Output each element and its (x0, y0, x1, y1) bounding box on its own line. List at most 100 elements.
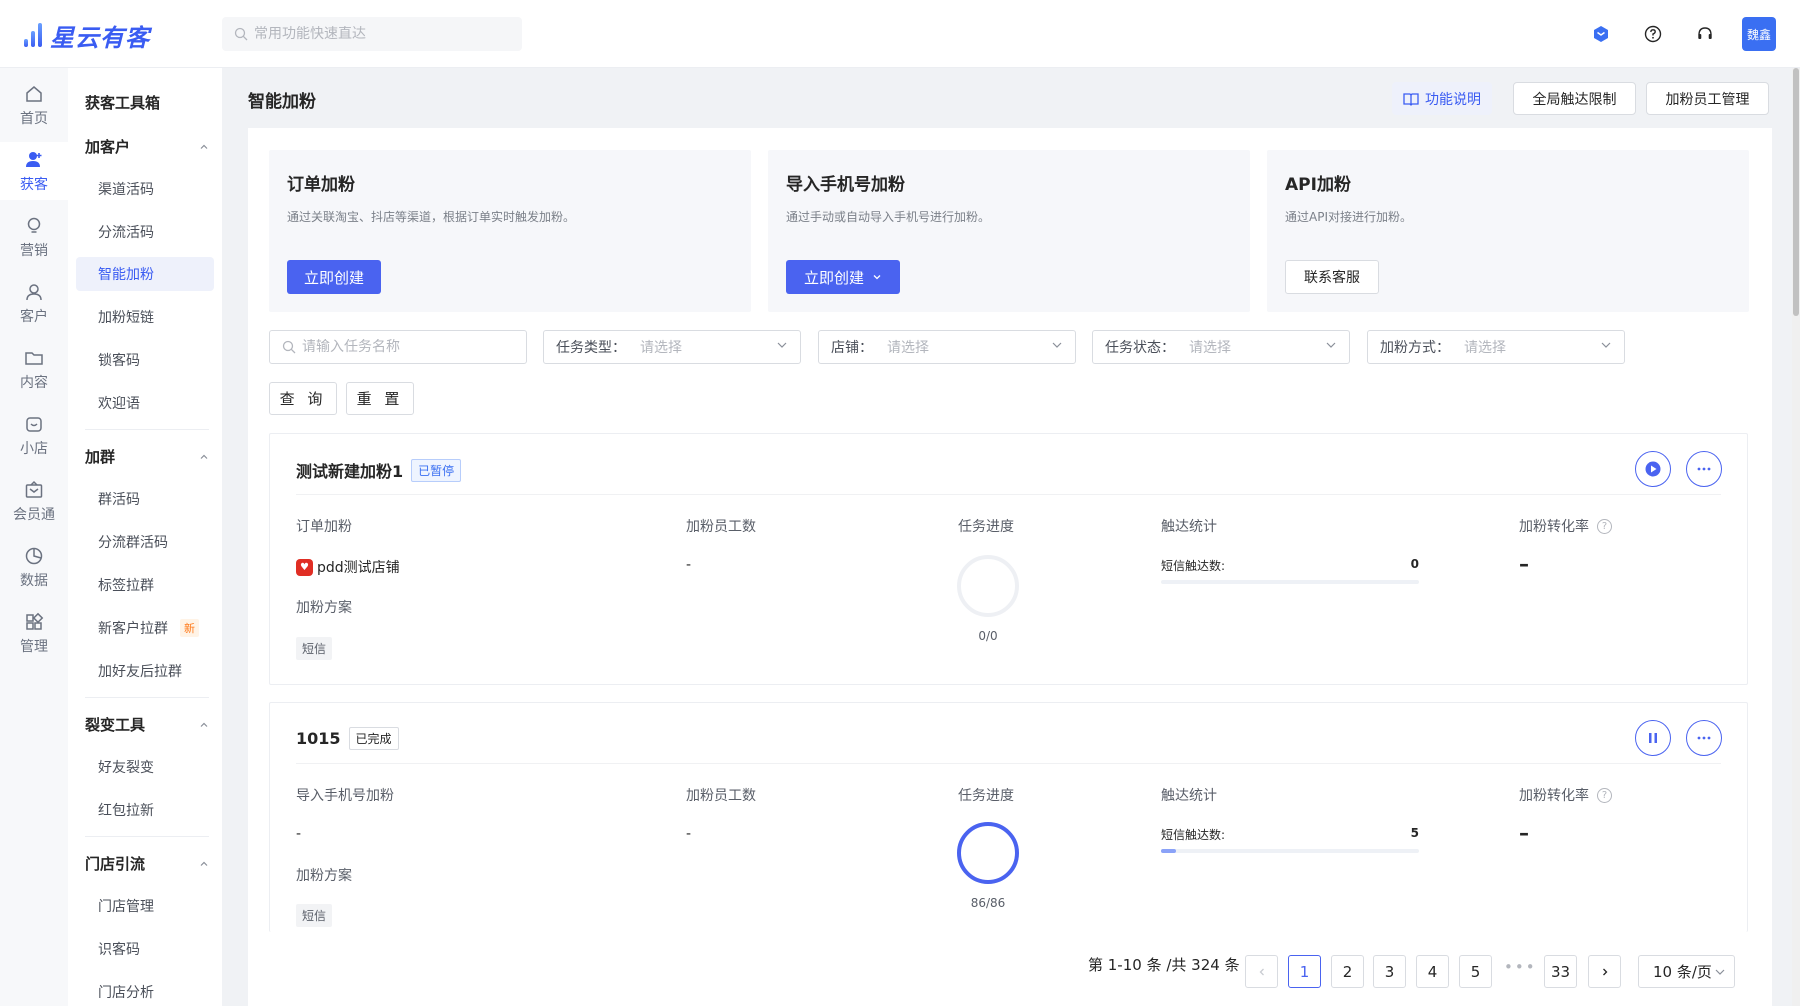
task-name-input[interactable] (302, 339, 512, 355)
nav-label: 管理 (20, 638, 48, 655)
button-label: 功能说明 (1425, 91, 1481, 108)
filter-label: 店铺： (831, 340, 873, 356)
headset-icon[interactable] (1690, 19, 1720, 49)
card-desc: 通过API对接进行加粉。 (1285, 210, 1412, 224)
divider (296, 763, 1721, 764)
column-header-reach: 触达统计 (1161, 519, 1217, 535)
column-header-progress: 任务进度 (958, 788, 1014, 804)
submenu-item-store-analysis[interactable]: 门店分析 (76, 975, 214, 1006)
page-button[interactable]: 3 (1373, 955, 1406, 988)
task-type-select[interactable]: 任务类型： 请选择 (543, 330, 801, 364)
submenu-item-lock-code[interactable]: 锁客码 (76, 343, 214, 377)
nav-manage[interactable]: 管理 (0, 604, 68, 662)
submenu-item-split-code[interactable]: 分流活码 (76, 215, 214, 249)
global-limit-button[interactable]: 全局触达限制 (1513, 82, 1636, 115)
home-icon (23, 83, 45, 105)
nav-customers[interactable]: 客户 (0, 274, 68, 332)
submenu-group-fission[interactable]: 裂变工具 (85, 714, 209, 735)
contact-service-button[interactable]: 联系客服 (1285, 260, 1379, 294)
submenu-group-store[interactable]: 门店引流 (85, 853, 209, 874)
reset-button[interactable]: 重 置 (346, 382, 414, 415)
global-search[interactable] (222, 17, 522, 51)
task-name-filter[interactable] (269, 330, 527, 364)
more-button[interactable] (1686, 720, 1722, 756)
play-icon (1645, 461, 1661, 477)
submenu-item-friend-fission[interactable]: 好友裂变 (76, 750, 214, 784)
submenu-group-add-customers[interactable]: 加客户 (85, 136, 209, 157)
task-status-select[interactable]: 任务状态： 请选择 (1092, 330, 1350, 364)
nav-shop[interactable]: 小店 (0, 406, 68, 464)
phone-create-button[interactable]: 立即创建 (786, 260, 900, 294)
task-type: 订单加粉 (296, 519, 352, 535)
next-page-button[interactable] (1588, 955, 1621, 988)
help-icon[interactable] (1638, 19, 1668, 49)
task-card: 测试新建加粉1 已暂停 订单加粉 加粉员工数 任务进度 触达统计 加粉转化率? … (269, 433, 1748, 685)
chevron-up-icon (199, 138, 209, 156)
scrollbar[interactable] (1792, 68, 1800, 1006)
cube-icon[interactable] (1586, 19, 1616, 49)
page-size-select[interactable]: 10 条/页 (1638, 955, 1735, 988)
plan-tag: 短信 (296, 904, 333, 927)
page-button[interactable]: 1 (1288, 955, 1321, 988)
submenu-item-welcome[interactable]: 欢迎语 (76, 386, 214, 420)
submenu-item-group-code[interactable]: 群活码 (76, 482, 214, 516)
prev-page-button[interactable] (1245, 955, 1278, 988)
scrollbar-thumb[interactable] (1793, 68, 1799, 316)
global-search-input[interactable] (254, 26, 504, 42)
pagination-ellipsis[interactable]: ••• (1504, 958, 1537, 976)
nav-label: 会员通 (13, 506, 55, 523)
column-header-progress: 任务进度 (958, 519, 1014, 535)
task-name: 测试新建加粉1 (296, 462, 404, 481)
nav-label: 营销 (20, 242, 48, 259)
submenu-item-smart-add[interactable]: 智能加粉 (76, 257, 214, 291)
page-button[interactable]: 5 (1459, 955, 1492, 988)
apps-icon (23, 611, 45, 633)
progress-ring (956, 554, 1020, 618)
submenu-item-channel-code[interactable]: 渠道活码 (76, 172, 214, 206)
top-bar: 星云有客 魏鑫 (0, 0, 1800, 68)
shop-source: ♥ pdd测试店铺 (296, 557, 400, 577)
submenu-group-groups[interactable]: 加群 (85, 446, 209, 467)
submenu-item-short-link[interactable]: 加粉短链 (76, 300, 214, 334)
page-button[interactable]: 2 (1331, 955, 1364, 988)
submenu-item-store-manage[interactable]: 门店管理 (76, 889, 214, 923)
chevron-down-icon (776, 339, 788, 355)
nav-acquire[interactable]: 获客 (0, 142, 68, 200)
feature-info-button[interactable]: 功能说明 (1392, 82, 1492, 115)
column-label: 加粉转化率 (1519, 519, 1589, 535)
nav-home[interactable]: 首页 (0, 76, 68, 134)
resume-button[interactable] (1635, 451, 1671, 487)
reach-label: 短信触达数: (1161, 828, 1226, 842)
avatar[interactable]: 魏鑫 (1742, 17, 1776, 51)
order-create-button[interactable]: 立即创建 (287, 260, 381, 294)
nav-content[interactable]: 内容 (0, 340, 68, 398)
submenu-item-new-customer-group[interactable]: 新客户拉群 新 (76, 611, 214, 645)
nav-member[interactable]: 会员通 (0, 472, 68, 530)
shop-select[interactable]: 店铺： 请选择 (818, 330, 1076, 364)
query-button[interactable]: 查 询 (269, 382, 337, 415)
submenu-item-tag-group[interactable]: 标签拉群 (76, 568, 214, 602)
more-button[interactable] (1686, 451, 1722, 487)
submenu: 获客工具箱 加客户 渠道活码 分流活码 智能加粉 加粉短链 锁客码 欢迎语 加群… (68, 68, 222, 1006)
submenu-item-split-group-code[interactable]: 分流群活码 (76, 525, 214, 559)
submenu-item-after-friend-group[interactable]: 加好友后拉群 (76, 654, 214, 688)
submenu-item-recognize-code[interactable]: 识客码 (76, 932, 214, 966)
help-icon[interactable]: ? (1597, 518, 1612, 534)
member-icon (23, 479, 45, 501)
chevron-right-icon (1602, 968, 1607, 975)
submenu-item-red-packet[interactable]: 红包拉新 (76, 793, 214, 827)
nav-data[interactable]: 数据 (0, 538, 68, 596)
help-icon[interactable]: ? (1597, 787, 1612, 803)
last-page-button[interactable]: 33 (1544, 955, 1577, 988)
staff-manage-button[interactable]: 加粉员工管理 (1646, 82, 1769, 115)
reach-stat: 短信触达数: 0 (1161, 557, 1419, 574)
card-title: 导入手机号加粉 (786, 175, 905, 195)
submenu-title: 获客工具箱 (85, 94, 161, 112)
book-icon (1403, 92, 1419, 106)
pause-button[interactable] (1635, 720, 1671, 756)
nav-marketing[interactable]: 营销 (0, 208, 68, 266)
add-method-select[interactable]: 加粉方式： 请选择 (1367, 330, 1625, 364)
page-button[interactable]: 4 (1416, 955, 1449, 988)
task-type: 导入手机号加粉 (296, 788, 394, 804)
app-logo[interactable]: 星云有客 (24, 20, 150, 52)
